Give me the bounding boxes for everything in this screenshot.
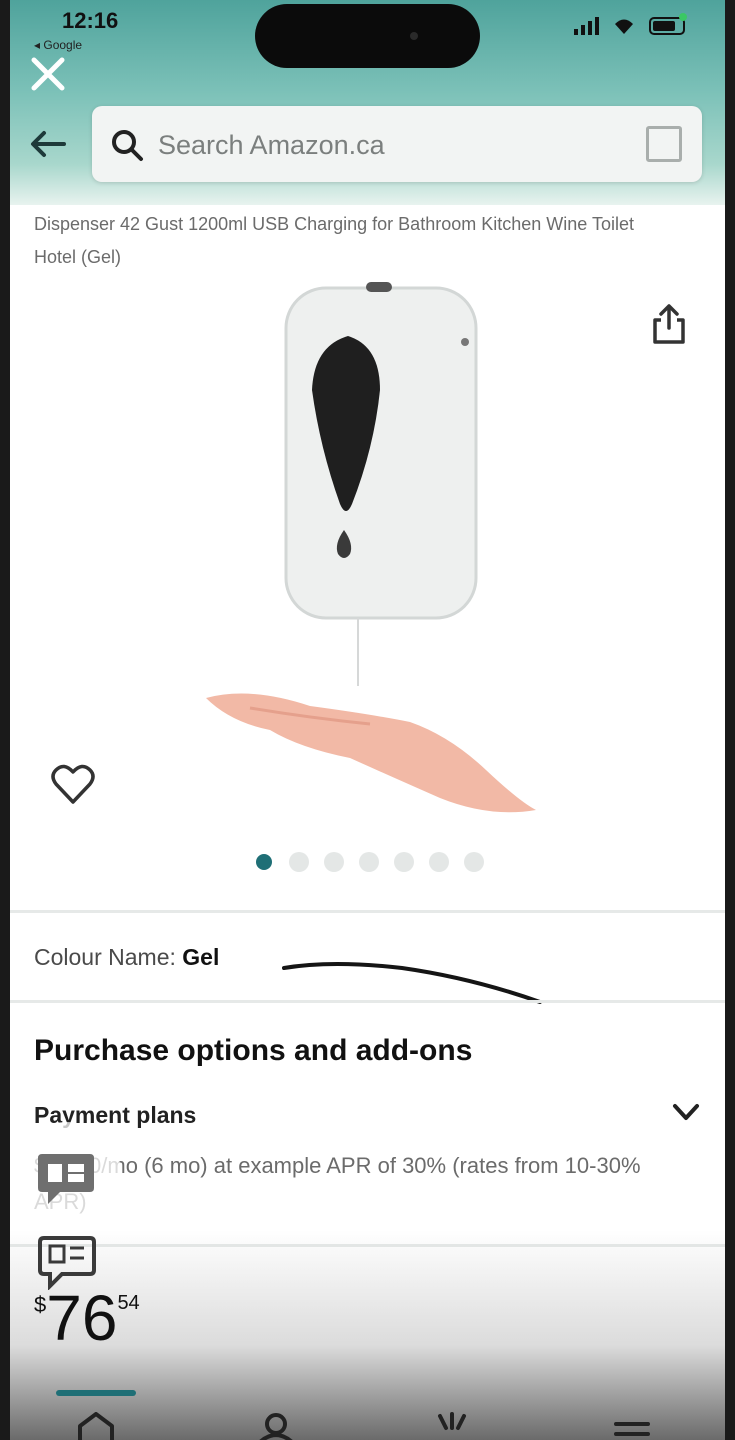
close-icon[interactable] <box>26 52 70 96</box>
product-title: Dispenser 42 Gust 1200ml USB Charging fo… <box>34 214 634 267</box>
handwritten-annotation-stroke <box>282 962 542 1004</box>
chat-bubble-icon[interactable] <box>36 1150 96 1208</box>
payment-plan-detail: $13.00/mo (6 mo) at example APR of 30% (… <box>34 1153 641 1214</box>
carousel-dot[interactable] <box>256 854 272 870</box>
phone-screen: 12:16 ◂ Google Search Amazon.ca Dispense… <box>10 0 725 1440</box>
price-currency: $ <box>34 1292 47 1317</box>
bottom-navigation <box>10 1390 725 1440</box>
product-price: $ 76 54 <box>34 1284 140 1352</box>
divider <box>10 910 725 913</box>
search-placeholder: Search Amazon.ca <box>158 130 385 160</box>
menu-icon[interactable] <box>610 1412 654 1440</box>
wifi-icon <box>615 19 633 34</box>
status-carrier: ◂ Google <box>34 38 83 52</box>
status-icons <box>574 13 687 36</box>
arrow-left-icon[interactable] <box>28 124 68 164</box>
carousel-dot[interactable] <box>289 852 309 872</box>
app-header: 12:16 ◂ Google Search Amazon.ca <box>10 0 725 205</box>
colour-value: Gel <box>182 944 220 970</box>
search-icon <box>112 130 143 161</box>
search-input[interactable]: Search Amazon.ca <box>92 106 702 182</box>
carousel-dot[interactable] <box>429 852 449 872</box>
price-whole: 76 <box>46 1282 118 1354</box>
colour-selector[interactable]: Colour Name: Gel <box>34 944 219 971</box>
carousel-dot[interactable] <box>394 852 414 872</box>
section-heading: Purchase options and add-ons <box>34 1034 473 1067</box>
home-icon[interactable] <box>74 1412 118 1440</box>
chevron-down-icon[interactable] <box>669 1098 703 1128</box>
screen-border-right <box>725 0 735 1440</box>
image-carousel-dots[interactable] <box>254 852 484 872</box>
screen-border-left <box>0 0 10 1440</box>
product-image[interactable] <box>190 278 550 838</box>
carousel-dot[interactable] <box>324 852 344 872</box>
status-time: 12:16 <box>62 8 119 33</box>
dynamic-island <box>255 4 480 68</box>
account-icon[interactable] <box>254 1412 298 1440</box>
rufus-sparkle-icon[interactable] <box>430 1412 474 1440</box>
battery-icon <box>649 13 687 35</box>
barcode-scan-icon[interactable] <box>646 126 682 162</box>
carousel-dot[interactable] <box>464 852 484 872</box>
price-fraction: 54 <box>117 1292 140 1314</box>
carousel-dot[interactable] <box>359 852 379 872</box>
colour-label: Colour Name: <box>34 944 176 970</box>
nav-active-indicator <box>56 1390 136 1396</box>
heart-icon[interactable] <box>50 762 96 806</box>
cellular-signal-icon <box>574 17 599 35</box>
divider <box>10 1000 725 1003</box>
share-icon[interactable] <box>649 302 689 346</box>
